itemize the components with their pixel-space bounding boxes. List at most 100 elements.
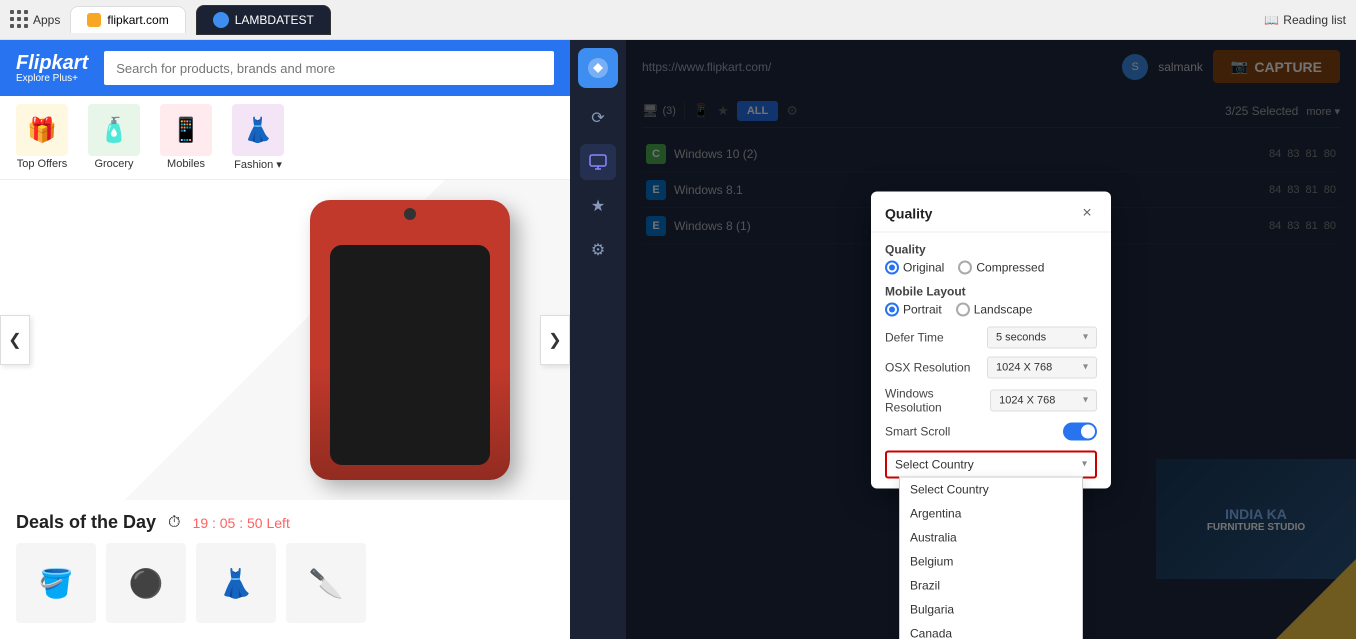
windows-resolution-select[interactable]: 1024 X 768 ▾: [990, 389, 1097, 411]
deals-title: Deals of the Day: [16, 512, 156, 533]
country-option-select[interactable]: Select Country: [900, 477, 1082, 501]
defer-time-label: Defer Time: [885, 330, 944, 344]
osx-resolution-arrow: ▾: [1083, 362, 1088, 373]
country-dropdown-list[interactable]: Select Country Argentina Australia Belgi…: [899, 476, 1083, 639]
deals-items: 🪣 ⚫ 👗 🔪: [16, 543, 554, 623]
smart-scroll-row: Smart Scroll: [885, 422, 1097, 440]
lambdatest-tab[interactable]: LAMBDATEST: [196, 5, 331, 35]
timer-icon: ⏱: [168, 514, 180, 532]
landscape-label: Landscape: [974, 302, 1033, 316]
portrait-radio[interactable]: [885, 302, 899, 316]
country-option-bulgaria[interactable]: Bulgaria: [900, 597, 1082, 621]
mobile-layout-label: Mobile Layout: [885, 284, 1097, 298]
windows-resolution-value: 1024 X 768: [999, 394, 1055, 406]
monitor-icon: [589, 153, 607, 171]
defer-time-select[interactable]: 5 seconds ▾: [987, 326, 1097, 348]
country-option-brazil[interactable]: Brazil: [900, 573, 1082, 597]
portrait-option[interactable]: Portrait: [885, 302, 942, 316]
country-option-argentina[interactable]: Argentina: [900, 501, 1082, 525]
country-option-australia[interactable]: Australia: [900, 525, 1082, 549]
sidebar-icon-monitor[interactable]: [580, 144, 616, 180]
book-icon: 📖: [1264, 13, 1279, 27]
country-select-button[interactable]: Select Country ▾: [885, 450, 1097, 478]
modal-body: Quality Original Compressed Mo: [871, 232, 1111, 488]
nav-item-mobiles[interactable]: 📱 Mobiles: [160, 104, 212, 171]
apps-grid-icon: [10, 10, 29, 29]
flipkart-search-input[interactable]: [104, 51, 554, 85]
nav-label-mobiles: Mobiles: [167, 158, 205, 170]
banner-right-arrow[interactable]: ❯: [540, 315, 570, 365]
lt-content: https://www.flipkart.com/ S salmank 📷 CA…: [626, 40, 1356, 639]
lt-tab-icon: [213, 12, 229, 28]
lt-logo-button[interactable]: [578, 48, 618, 88]
quality-original-label: Original: [903, 260, 944, 274]
flipkart-banner: ❮ ❯: [0, 180, 570, 500]
country-select-container: Select Country ▾ Select Country Argentin…: [885, 450, 1097, 478]
deals-section: Deals of the Day ⏱ 19 : 05 : 50 Left 🪣 ⚫…: [0, 500, 570, 635]
banner-left-arrow[interactable]: ❮: [0, 315, 30, 365]
flipkart-favicon: [87, 13, 101, 27]
phone-camera: [404, 208, 416, 220]
lt-sidebar: ⟳ ★ ⚙: [570, 40, 626, 639]
landscape-option[interactable]: Landscape: [956, 302, 1033, 316]
deal-item-4[interactable]: 🔪: [286, 543, 366, 623]
defer-time-value: 5 seconds: [996, 331, 1046, 343]
sidebar-icon-star[interactable]: ★: [580, 188, 616, 224]
mobile-layout-radio-group: Portrait Landscape: [885, 302, 1097, 316]
quality-compressed-option[interactable]: Compressed: [958, 260, 1044, 274]
mobile-layout-row: Mobile Layout Portrait Landscape: [885, 284, 1097, 316]
windows-resolution-label: Windows Resolution: [885, 386, 990, 414]
quality-compressed-radio[interactable]: [958, 260, 972, 274]
flipkart-logo[interactable]: Flipkart Explore Plus+: [16, 53, 88, 84]
flipkart-nav: 🎁 Top Offers 🧴 Grocery 📱 Mobiles 👗 Fashi…: [0, 96, 570, 180]
country-option-belgium[interactable]: Belgium: [900, 549, 1082, 573]
phone-image: [310, 200, 510, 480]
smart-scroll-toggle[interactable]: [1063, 422, 1097, 440]
browser-chrome: Apps flipkart.com LAMBDATEST 📖 Reading l…: [0, 0, 1356, 40]
nav-label-fashion: Fashion ▾: [234, 158, 282, 171]
portrait-label: Portrait: [903, 302, 942, 316]
nav-item-top-offers[interactable]: 🎁 Top Offers: [16, 104, 68, 171]
quality-row: Quality Original Compressed: [885, 242, 1097, 274]
modal-close-button[interactable]: ×: [1077, 203, 1097, 223]
flipkart-logo-text: Flipkart: [16, 53, 88, 73]
nav-label-top-offers: Top Offers: [17, 158, 68, 170]
landscape-radio[interactable]: [956, 302, 970, 316]
main-area: Flipkart Explore Plus+ 🎁 Top Offers 🧴 Gr…: [0, 40, 1356, 639]
sidebar-icon-settings[interactable]: ⚙: [580, 232, 616, 268]
quality-compressed-label: Compressed: [976, 260, 1044, 274]
quality-label: Quality: [885, 242, 1097, 256]
sidebar-icon-history[interactable]: ⟳: [580, 100, 616, 136]
flipkart-tab[interactable]: flipkart.com: [70, 6, 185, 33]
quality-radio-group: Original Compressed: [885, 260, 1097, 274]
nav-item-fashion[interactable]: 👗 Fashion ▾: [232, 104, 284, 171]
osx-resolution-select[interactable]: 1024 X 768 ▾: [987, 356, 1097, 378]
modal-header: Quality ×: [871, 191, 1111, 232]
osx-resolution-label: OSX Resolution: [885, 360, 970, 374]
country-select-placeholder: Select Country: [895, 457, 974, 471]
windows-resolution-row: Windows Resolution 1024 X 768 ▾: [885, 386, 1097, 414]
deal-item-2[interactable]: ⚫: [106, 543, 186, 623]
deal-item-1[interactable]: 🪣: [16, 543, 96, 623]
lt-tab-label: LAMBDATEST: [235, 13, 314, 27]
windows-resolution-arrow: ▾: [1083, 395, 1088, 406]
nav-item-grocery[interactable]: 🧴 Grocery: [88, 104, 140, 171]
quality-original-radio[interactable]: [885, 260, 899, 274]
apps-section[interactable]: Apps: [10, 10, 60, 29]
osx-resolution-row: OSX Resolution 1024 X 768 ▾: [885, 356, 1097, 378]
reading-list-label: Reading list: [1283, 13, 1346, 27]
deals-timer: 19 : 05 : 50 Left: [193, 515, 290, 531]
phone-screen: [330, 245, 490, 465]
flipkart-area: Flipkart Explore Plus+ 🎁 Top Offers 🧴 Gr…: [0, 40, 570, 639]
nav-label-grocery: Grocery: [94, 158, 133, 170]
modal-title: Quality: [885, 205, 932, 221]
smart-scroll-label: Smart Scroll: [885, 424, 950, 438]
reading-list[interactable]: 📖 Reading list: [1264, 13, 1346, 27]
quality-original-option[interactable]: Original: [885, 260, 944, 274]
deal-item-3[interactable]: 👗: [196, 543, 276, 623]
defer-time-arrow: ▾: [1083, 332, 1088, 343]
lt-logo-icon: [587, 57, 609, 79]
deals-header: Deals of the Day ⏱ 19 : 05 : 50 Left: [16, 512, 554, 533]
defer-time-row: Defer Time 5 seconds ▾: [885, 326, 1097, 348]
country-option-canada[interactable]: Canada: [900, 621, 1082, 639]
